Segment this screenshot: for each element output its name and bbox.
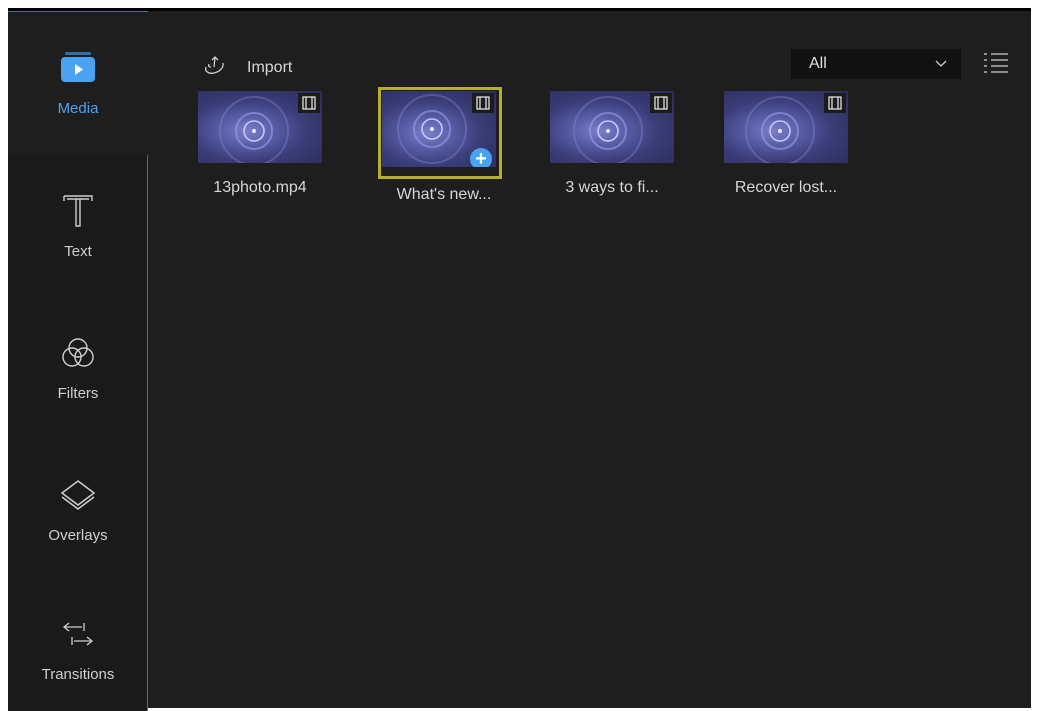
video-thumbnail xyxy=(198,91,322,163)
import-label: Import xyxy=(247,58,293,76)
chevron-down-icon xyxy=(935,55,947,73)
film-icon xyxy=(298,93,320,113)
video-thumbnail xyxy=(550,91,674,163)
sidebar-item-filters[interactable]: Filters xyxy=(8,303,148,433)
overlays-layers-icon xyxy=(56,477,100,513)
add-to-timeline-icon[interactable]: + xyxy=(470,148,492,167)
sidebar-item-label: Media xyxy=(57,99,99,117)
film-icon xyxy=(472,93,494,113)
sidebar-item-label: Filters xyxy=(57,384,99,402)
list-view-icon xyxy=(984,53,1008,73)
media-item-label: 13photo.mp4 xyxy=(213,179,307,196)
sidebar-item-label: Text xyxy=(64,242,92,260)
filter-value: All xyxy=(809,55,827,72)
filters-circles-icon xyxy=(56,335,100,371)
sidebar-item-transitions[interactable]: Transitions xyxy=(8,587,148,711)
sidebar-item-label: Transitions xyxy=(41,665,115,683)
media-item[interactable]: 13photo.mp4 xyxy=(198,91,324,197)
media-item[interactable]: + What's new... xyxy=(378,87,508,204)
app-root: Media Text Filters Overlays Transitions … xyxy=(0,0,1038,711)
sidebar-item-overlays[interactable]: Overlays xyxy=(8,445,148,575)
sidebar: Media Text Filters Overlays Transitions xyxy=(8,11,148,711)
film-icon xyxy=(824,93,846,113)
list-view-button[interactable] xyxy=(980,51,1010,77)
import-icon xyxy=(203,55,225,80)
media-item[interactable]: Recover lost... xyxy=(724,91,850,197)
text-t-icon xyxy=(56,193,100,229)
media-item[interactable]: 3 ways to fi... xyxy=(550,91,676,197)
video-thumbnail: + xyxy=(382,91,496,167)
sidebar-item-label: Overlays xyxy=(48,526,108,544)
film-icon xyxy=(650,93,672,113)
video-thumbnail xyxy=(724,91,848,163)
media-toolbar: Import All xyxy=(148,11,1031,81)
transitions-arrows-icon xyxy=(56,616,100,652)
media-item-label: Recover lost... xyxy=(734,179,838,196)
sidebar-item-media[interactable]: Media xyxy=(8,11,148,155)
filter-dropdown[interactable]: All xyxy=(791,49,961,79)
media-item-label: 3 ways to fi... xyxy=(565,179,659,196)
import-button[interactable]: Import xyxy=(203,55,292,80)
active-top-line xyxy=(8,11,148,12)
sidebar-item-text[interactable]: Text xyxy=(8,161,148,291)
media-panel-window: Media Text Filters Overlays Transitions … xyxy=(8,8,1031,711)
media-item-label: What's new... xyxy=(396,186,492,203)
play-media-icon xyxy=(56,50,100,86)
